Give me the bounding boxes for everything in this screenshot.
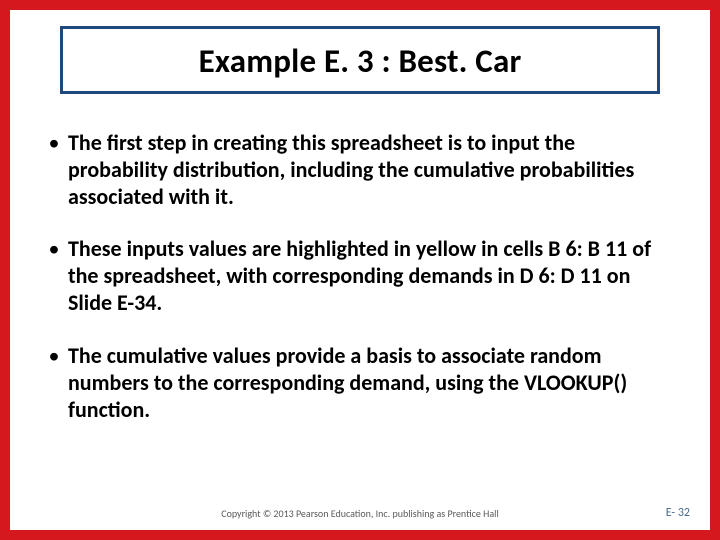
bullet-item: • These inputs values are highlighted in… <box>40 236 674 316</box>
title-box: Example E. 3 : Best. Car <box>60 26 660 94</box>
bullet-marker-icon: • <box>40 130 68 156</box>
bullet-text: The first step in creating this spreadsh… <box>68 130 674 210</box>
footer-page-number: E- 32 <box>666 506 690 520</box>
bullet-text: These inputs values are highlighted in y… <box>68 236 674 316</box>
bullet-item: • The cumulative values provide a basis … <box>40 343 674 423</box>
bullet-marker-icon: • <box>40 236 68 262</box>
footer-copyright: Copyright © 2013 Pearson Education, Inc.… <box>10 507 710 520</box>
slide-title: Example E. 3 : Best. Car <box>83 41 637 81</box>
slide: Example E. 3 : Best. Car • The first ste… <box>0 0 720 540</box>
bullet-text: The cumulative values provide a basis to… <box>68 343 674 423</box>
bullet-item: • The first step in creating this spread… <box>40 130 674 210</box>
body-content: • The first step in creating this spread… <box>40 130 674 449</box>
bullet-marker-icon: • <box>40 343 68 369</box>
